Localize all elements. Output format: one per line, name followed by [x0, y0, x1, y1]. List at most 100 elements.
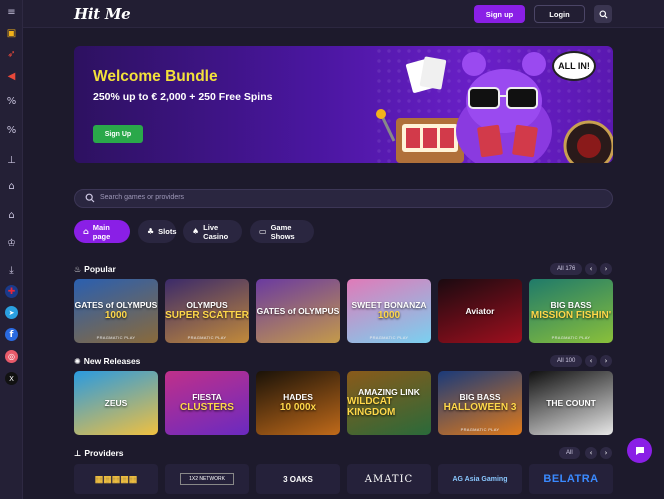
trophy-icon[interactable]: ♔ — [3, 235, 20, 252]
trophy-stand-icon[interactable]: ⊥ — [3, 152, 20, 169]
live-casino-icon: ♠ — [192, 227, 200, 236]
new-releases-section-title: ✺ New Releases — [74, 356, 140, 366]
tab-main-page[interactable]: ⌂ Main page — [74, 220, 130, 243]
provider-card[interactable]: 3 OAKS — [256, 464, 340, 494]
search-icon — [598, 9, 608, 19]
banner-signup-button[interactable]: Sign Up — [93, 125, 143, 143]
game-provider: PRAGMATIC PLAY — [551, 335, 591, 340]
all-label: All — [557, 358, 564, 364]
instagram-icon[interactable]: ◎ — [5, 350, 18, 363]
popular-all-button[interactable]: All 176 — [550, 263, 583, 275]
provider-card[interactable]: BELATRA — [529, 464, 613, 494]
game-title: THE COUNT — [546, 397, 596, 408]
building-icon[interactable]: ⌂ — [3, 178, 20, 195]
header-search-button[interactable] — [594, 5, 612, 23]
providers-section-title: ⊥ Providers — [74, 448, 124, 458]
game-title: OLYMPUS — [186, 300, 228, 311]
providers-next-arrow[interactable]: › — [600, 447, 612, 459]
game-card[interactable]: SWEET BONANZA 1000 PRAGMATIC PLAY — [347, 279, 431, 343]
percent-icon[interactable]: % — [3, 93, 20, 110]
new-releases-prev-arrow[interactable]: ‹ — [585, 355, 597, 367]
game-subtitle: 10 000x — [279, 401, 317, 413]
game-card[interactable]: AMAZING LINK WILDCAT KINGDOM — [347, 371, 431, 435]
login-button[interactable]: Login — [534, 5, 585, 23]
provider-card[interactable]: AMATIC — [347, 464, 431, 494]
tab-game-shows[interactable]: ▭ Game Shows — [250, 220, 314, 243]
provider-icon: ⊥ — [74, 448, 82, 458]
all-count: 100 — [565, 358, 576, 364]
game-title: Aviator — [465, 305, 495, 316]
provider-logo: 1X2 NETWORK — [180, 473, 234, 485]
providers-all-button[interactable]: All — [559, 447, 580, 459]
chevron-left-icon: ‹ — [589, 265, 593, 273]
game-title: GATES of OLYMPUS — [74, 300, 158, 311]
section-title-label: Providers — [84, 448, 124, 458]
slots-icon: ♣ — [147, 227, 155, 236]
tab-live-casino[interactable]: ♠ Live Casino — [183, 220, 242, 243]
provider-logo: ▦▦▦▦▦ — [94, 473, 138, 484]
tab-label: Slots — [158, 227, 177, 236]
game-subtitle: CLUSTERS — [180, 401, 234, 413]
gift-icon[interactable]: ▣ — [3, 25, 20, 42]
banner-subtitle: 250% up to € 2,000 + 250 Free Spins — [93, 91, 273, 103]
game-subtitle: WILDCAT KINGDOM — [347, 396, 396, 419]
menu-icon[interactable]: ≡ — [3, 4, 20, 21]
game-card[interactable]: ZEUS — [74, 371, 158, 435]
chevron-right-icon: › — [604, 449, 608, 457]
welcome-banner[interactable]: Welcome Bundle 250% up to € 2,000 + 250 … — [74, 46, 613, 163]
telegram-icon[interactable]: ➤ — [5, 306, 18, 319]
game-title: AMAZING LINK — [358, 386, 420, 397]
game-title: BIG BASS — [550, 300, 592, 311]
search-placeholder: Search games or providers — [100, 194, 185, 201]
provider-card[interactable]: ▦▦▦▦▦ — [74, 464, 158, 494]
tab-label: Game Shows — [270, 222, 295, 241]
provider-logo: BELATRA — [543, 473, 599, 485]
game-provider: PRAGMATIC PLAY — [96, 335, 136, 340]
provider-logo: AG Asia Gaming — [452, 475, 508, 483]
search-icon — [85, 193, 95, 203]
game-card[interactable]: BIG BASS HALLOWEEN 3 PRAGMATIC PLAY — [438, 371, 522, 435]
provider-card[interactable]: AG Asia Gaming — [438, 464, 522, 494]
game-card[interactable]: HADES 10 000x — [256, 371, 340, 435]
game-card[interactable]: GATES of OLYMPUS — [256, 279, 340, 343]
x-twitter-icon[interactable]: X — [5, 372, 18, 385]
logo[interactable]: Hit Me — [74, 5, 131, 23]
new-releases-all-button[interactable]: All 100 — [550, 355, 583, 367]
rocket-icon[interactable]: ➶ — [3, 46, 20, 63]
providers-prev-arrow[interactable]: ‹ — [585, 447, 597, 459]
game-provider: PRAGMATIC PLAY — [187, 335, 227, 340]
games-search-input[interactable]: Search games or providers — [74, 189, 613, 208]
game-title: BIG BASS — [459, 392, 501, 403]
popular-prev-arrow[interactable]: ‹ — [585, 263, 597, 275]
provider-card[interactable]: 1X2 NETWORK — [165, 464, 249, 494]
signup-button[interactable]: Sign up — [474, 5, 525, 23]
game-subtitle: 1000 — [377, 309, 401, 321]
top-header: Hit Me Sign up Login — [23, 0, 664, 28]
download-icon[interactable]: ⤓ — [3, 262, 20, 279]
facebook-icon[interactable]: f — [5, 328, 18, 341]
chevron-left-icon: ‹ — [589, 357, 593, 365]
game-card[interactable]: Aviator — [438, 279, 522, 343]
game-card[interactable]: FIESTA CLUSTERS — [165, 371, 249, 435]
tab-label: Live Casino — [203, 222, 229, 241]
game-title: ZEUS — [104, 397, 128, 408]
all-count: 176 — [565, 266, 576, 272]
game-card[interactable]: THE COUNT — [529, 371, 613, 435]
game-card[interactable]: GATES of OLYMPUS 1000 PRAGMATIC PLAY — [74, 279, 158, 343]
uk-flag-icon[interactable]: ✚ — [5, 285, 18, 298]
game-card[interactable]: OLYMPUS SUPER SCATTER PRAGMATIC PLAY — [165, 279, 249, 343]
game-subtitle: SUPER SCATTER — [165, 309, 249, 321]
megaphone-icon[interactable]: ◀ — [3, 68, 20, 85]
provider-logo: AMATIC — [364, 473, 414, 485]
popular-next-arrow[interactable]: › — [600, 263, 612, 275]
game-card[interactable]: BIG BASS MISSION FISHIN' PRAGMATIC PLAY — [529, 279, 613, 343]
game-subtitle: HALLOWEEN 3 — [443, 401, 517, 413]
live-chat-button[interactable] — [627, 438, 652, 463]
percent-icon[interactable]: % — [3, 122, 20, 139]
game-title: FIESTA — [192, 392, 222, 403]
game-provider: PRAGMATIC PLAY — [369, 335, 409, 340]
bank-icon[interactable]: ⌂ — [3, 207, 20, 224]
chevron-left-icon: ‹ — [589, 449, 593, 457]
new-releases-next-arrow[interactable]: › — [600, 355, 612, 367]
tab-slots[interactable]: ♣ Slots — [138, 220, 177, 243]
